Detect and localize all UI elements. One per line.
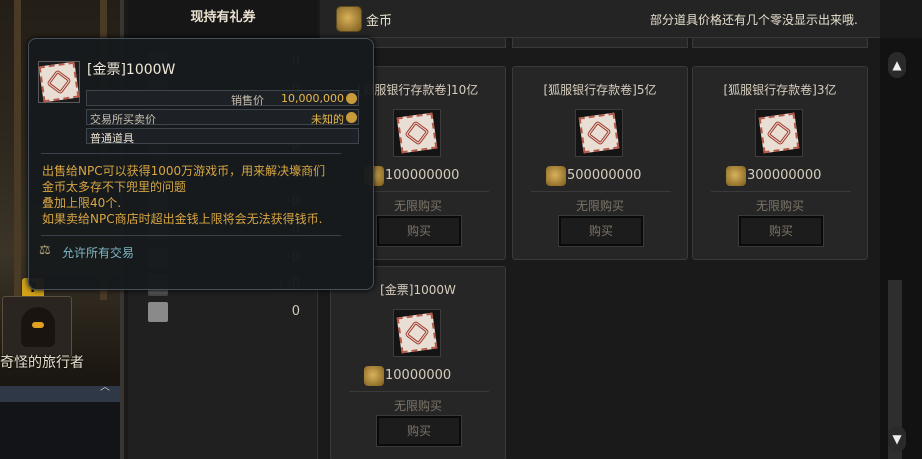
description-line: 金币太多存不下兜里的问题: [42, 180, 187, 194]
sell-price-value: 10,000,000: [281, 92, 344, 105]
sell-price-row: 销售价 10,000,000: [86, 90, 359, 107]
item-tooltip: [金票]1000W 销售价 10,000,000 交易所买卖价 未知的 普通道具…: [28, 38, 374, 290]
purchase-limit: 无限购买: [393, 399, 442, 413]
inventory-header: 现持有礼券: [128, 0, 318, 38]
purchase-limit: 无限购买: [575, 199, 624, 213]
scroll-down-icon[interactable]: ▼: [888, 426, 906, 452]
purchase-limit: 无限购买: [755, 199, 804, 213]
gold-pouch-icon: [346, 93, 357, 104]
npc-name: 奇怪的旅行者: [0, 355, 84, 371]
gold-coin-icon: [364, 366, 384, 386]
gold-pouch-icon: [346, 112, 357, 123]
buy-button[interactable]: 购买: [738, 215, 824, 247]
gold-ticket-icon: [396, 312, 438, 354]
item-card-partial: [512, 38, 688, 48]
item-price: 500000000: [567, 168, 642, 183]
gold-ticket-icon: [38, 61, 80, 103]
item-image[interactable]: [393, 109, 441, 157]
shop-item-card[interactable]: [狐服银行存款卷]3亿 300000000 无限购买 购买: [692, 66, 868, 260]
buy-button[interactable]: 购买: [376, 415, 462, 447]
deposit-ticket-icon: [758, 112, 800, 154]
npc-portrait[interactable]: [2, 296, 72, 358]
divider: [531, 191, 671, 192]
tooltip-item-name: [金票]1000W: [87, 62, 176, 78]
divider: [41, 153, 341, 154]
description-line: 如果卖给NPC商店时超出金钱上限将会无法获得钱币.: [42, 212, 323, 226]
scrollbar[interactable]: ▲ ▼: [880, 38, 922, 459]
currency-label: 金币: [366, 14, 393, 29]
gold-coin-icon: [336, 6, 362, 32]
shop-item-card[interactable]: [狐服银行存款卷]5亿 500000000 无限购买 购买: [512, 66, 688, 260]
chevron-up-icon[interactable]: ︿: [100, 378, 110, 393]
item-category: 普通道具: [90, 132, 134, 145]
item-description: 出售给NPC可以获得1000万游戏币，用来解决壕商们 金币太多存不下兜里的问题 …: [42, 163, 362, 227]
trade-price-row: 交易所买卖价 未知的: [86, 109, 359, 126]
description-line: 出售给NPC可以获得1000万游戏币，用来解决壕商们: [42, 164, 326, 178]
deposit-ticket-icon: [578, 112, 620, 154]
gold-coin-icon: [726, 166, 746, 186]
sell-price-label: 销售价: [231, 94, 264, 107]
buy-button[interactable]: 购买: [376, 215, 462, 247]
shop-item-card[interactable]: [金票]1000W 10000000 无限购买 购买: [330, 266, 506, 459]
deposit-ticket-icon: [396, 112, 438, 154]
trade-permission: 允许所有交易: [62, 246, 135, 260]
chat-window: [0, 402, 120, 459]
divider: [41, 235, 341, 236]
wood-post: [14, 0, 21, 300]
gold-coin-icon: [546, 166, 566, 186]
trade-price-label: 交易所买卖价: [90, 113, 156, 126]
description-line: 叠加上限40个.: [42, 196, 122, 210]
item-price: 10000000: [385, 368, 452, 383]
category-row: 普通道具: [86, 128, 359, 145]
inventory-row[interactable]: 0: [148, 300, 308, 324]
game-screen: ? 奇怪的旅行者 ︿ 现持有礼券 0000000003380 金币 部分道具价格…: [0, 0, 922, 459]
coupon-icon: [148, 302, 168, 322]
trade-price-value: 未知的: [311, 113, 344, 126]
item-image[interactable]: [393, 309, 441, 357]
scroll-up-icon[interactable]: ▲: [888, 52, 906, 78]
npc-eye-icon: [32, 322, 44, 328]
item-title: [狐服银行存款卷]5亿: [543, 83, 657, 97]
item-card-partial: [692, 38, 868, 48]
price-notice: 部分道具价格还有几个零没显示出来哦.: [650, 13, 858, 27]
coupon-count: 0: [291, 304, 300, 319]
buy-button[interactable]: 购买: [558, 215, 644, 247]
divider: [349, 391, 489, 392]
item-price: 300000000: [747, 168, 822, 183]
divider: [711, 191, 851, 192]
item-image[interactable]: [755, 109, 803, 157]
scale-icon: ⚖: [39, 243, 51, 258]
item-title: [狐服银行存款卷]3亿: [723, 83, 837, 97]
item-price: 100000000: [385, 168, 460, 183]
item-image[interactable]: [575, 109, 623, 157]
